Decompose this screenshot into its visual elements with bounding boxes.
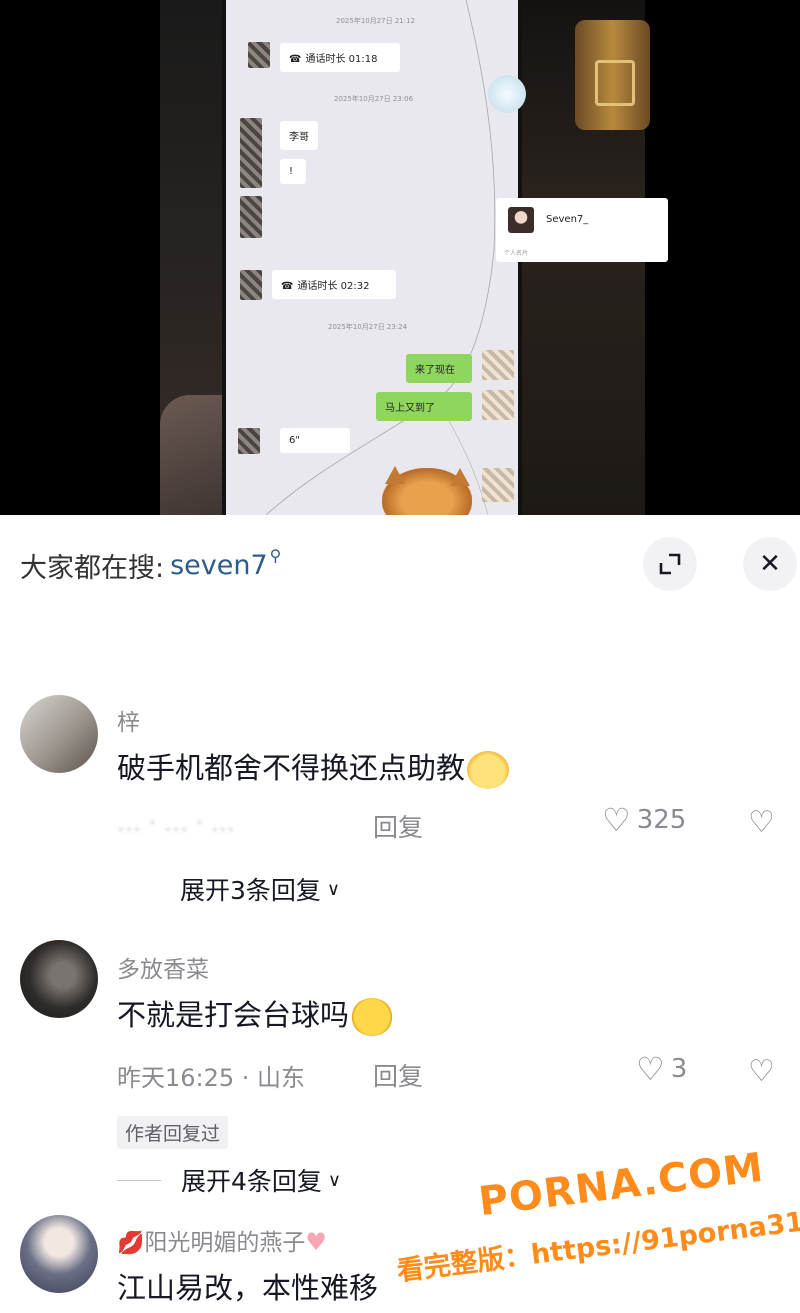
- contact-card[interactable]: Seven7_ 个人名片: [496, 198, 668, 262]
- expand-replies-button[interactable]: 展开3条回复 ∨: [180, 871, 340, 907]
- dislike-icon[interactable]: ♡: [748, 805, 775, 840]
- comment-author[interactable]: 💋阳光明媚的燕子♥: [117, 1223, 327, 1257]
- self-avatar: [482, 350, 514, 380]
- avatar[interactable]: [20, 1215, 98, 1293]
- search-prefix: 大家都在搜:: [20, 552, 165, 584]
- phone-icon: ☎: [281, 281, 294, 292]
- comment-meta: 昨天16:25 · 山东: [117, 1064, 306, 1092]
- video-player[interactable]: 2025年10月27日 21:12 ☎ 通话时长 01:18 2025年10月27…: [0, 0, 800, 515]
- smile-emoji-icon: [351, 998, 394, 1036]
- cat-ear: [450, 468, 470, 486]
- contact-avatar: [238, 428, 260, 454]
- author-replied-badge: 作者回复过: [117, 1116, 229, 1149]
- expand-replies-button[interactable]: 展开4条回复 ∨: [117, 1162, 341, 1198]
- like-count: 325: [636, 805, 687, 835]
- comment-author[interactable]: 梓: [117, 703, 140, 737]
- contact-avatar: [248, 42, 270, 68]
- divider: [117, 1179, 161, 1181]
- close-button[interactable]: ✕: [743, 537, 797, 591]
- call-bubble: ☎ 通话时长 01:18: [280, 43, 400, 72]
- comment-text: 江山易改，本性难移: [117, 1271, 379, 1305]
- avatar[interactable]: [20, 940, 98, 1018]
- search-term[interactable]: seven7: [170, 550, 268, 581]
- cat-ear: [385, 466, 405, 484]
- expand-button[interactable]: [643, 537, 697, 591]
- card-label: 个人名片: [504, 250, 529, 257]
- reply-button[interactable]: 回复: [373, 1057, 423, 1093]
- chat-timestamp: 2025年10月27日 23:24: [328, 323, 408, 331]
- chevron-down-icon: ∨: [327, 1169, 342, 1191]
- lips-icon: 💋: [117, 1231, 145, 1256]
- contact-avatar: [240, 196, 262, 238]
- chat-bubble-sent: 马上又到了: [376, 392, 472, 421]
- search-suggestion[interactable]: 大家都在搜: seven7 ⚲: [20, 545, 281, 585]
- chat-bubble: !: [280, 159, 306, 184]
- reply-button[interactable]: 回复: [373, 808, 423, 844]
- self-avatar: [482, 468, 514, 502]
- card-avatar: [508, 207, 534, 233]
- call-bubble: ☎ 通话时长 02:32: [272, 270, 396, 299]
- like-count: 3: [670, 1054, 688, 1084]
- chat-bubble: 6": [280, 428, 350, 453]
- blurred-avatar: [488, 75, 526, 113]
- chat-bubble-sent: 来了现在: [406, 354, 472, 383]
- chevron-down-icon: ∨: [326, 878, 341, 900]
- self-avatar: [482, 390, 514, 420]
- sleepy-emoji-icon: [467, 751, 510, 789]
- like-button[interactable]: ♡ 325: [602, 801, 686, 839]
- comment-meta: … · … · …: [117, 809, 235, 837]
- dislike-icon[interactable]: ♡: [748, 1054, 775, 1089]
- comment-author[interactable]: 多放香菜: [117, 950, 209, 984]
- comment-text: 不就是打会台球吗: [117, 992, 394, 1036]
- heart-icon: ♡: [602, 801, 631, 839]
- chat-timestamp: 2025年10月27日 23:06: [334, 95, 414, 103]
- contact-avatar: [240, 270, 262, 300]
- comment-text: 破手机都舍不得换还点助教: [117, 745, 510, 789]
- chat-timestamp: 2025年10月27日 21:12: [336, 17, 416, 25]
- avatar[interactable]: [20, 695, 98, 773]
- phone-icon: ☎: [289, 54, 302, 65]
- contact-avatar: [240, 118, 262, 188]
- like-button[interactable]: ♡ 3: [636, 1050, 687, 1088]
- chat-bubble: 李哥: [280, 121, 318, 150]
- heart-icon: ♡: [636, 1050, 665, 1088]
- hand-image: [160, 395, 230, 515]
- card-name: Seven7_: [546, 214, 589, 225]
- cup-logo: [595, 60, 635, 106]
- expand-icon: [659, 553, 681, 575]
- search-icon[interactable]: ⚲: [270, 546, 282, 565]
- phone-screen: 2025年10月27日 21:12 ☎ 通话时长 01:18 2025年10月27…: [222, 0, 668, 515]
- heart-icon: ♥: [305, 1228, 327, 1256]
- close-icon: ✕: [759, 549, 781, 579]
- screen-crack: [265, 0, 496, 515]
